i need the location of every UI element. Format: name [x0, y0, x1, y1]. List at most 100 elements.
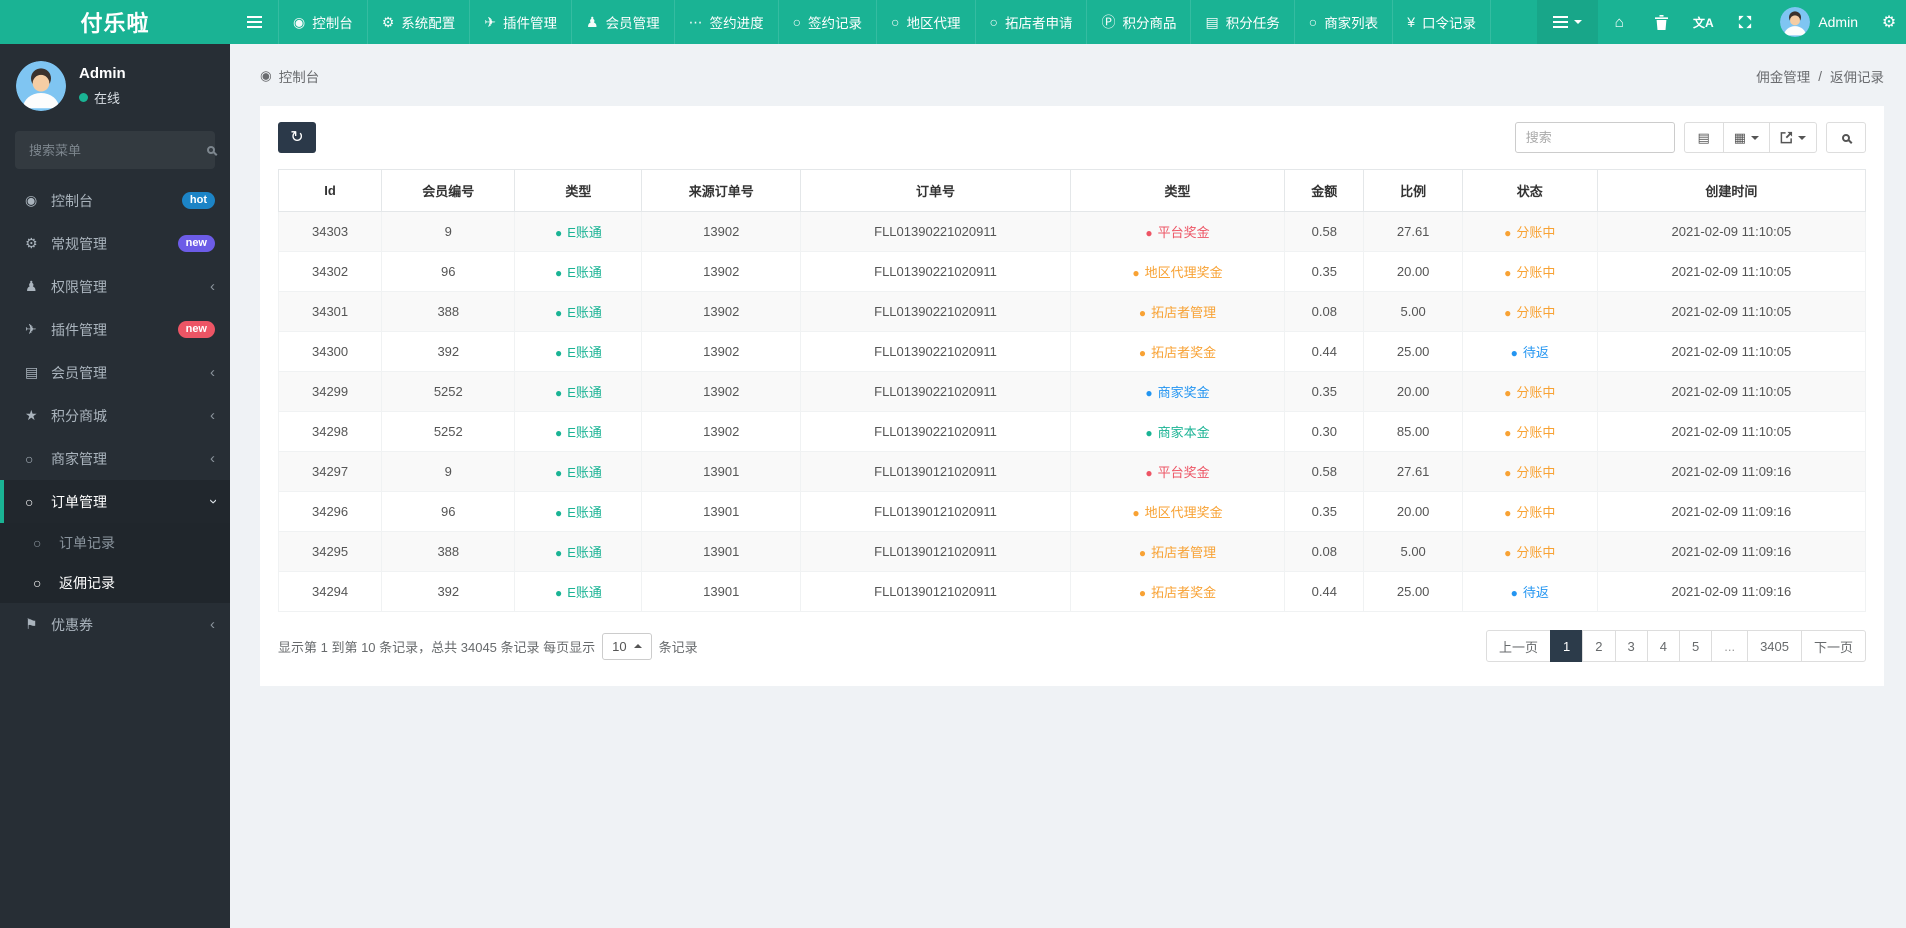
detail-view-button[interactable]: ▤ — [1683, 122, 1724, 153]
sidebar-item-7[interactable]: ○ 商家管理 ‹ — [0, 437, 230, 480]
nav-list-dropdown-button[interactable] — [1537, 0, 1599, 44]
columns-button[interactable]: ▦ — [1722, 122, 1770, 153]
list-icon — [1553, 21, 1569, 23]
cell-member: 388 — [381, 531, 516, 572]
page-button-3[interactable]: 3 — [1614, 630, 1648, 662]
topnav-item-label: 系统配置 — [401, 16, 456, 31]
topnav-item-2[interactable]: ⚙ 系统配置 — [366, 0, 470, 44]
circle-icon: ○ — [1308, 14, 1318, 30]
cell-type2: ● 地区代理奖金 — [1069, 251, 1286, 292]
sidebar-toggle[interactable] — [230, 0, 278, 44]
table-row[interactable]: 34303 9 ● E账通 13902 FLL01390221020911 ● 平台奖金 0.5… — [277, 211, 1867, 252]
fullscreen-button[interactable] — [1724, 0, 1766, 44]
cell-member: 5252 — [381, 371, 516, 412]
cell-status: ● 分账中 — [1461, 211, 1598, 252]
sidebar-item-4[interactable]: ✈ 插件管理 new — [0, 308, 230, 351]
topnav-item-3[interactable]: ✈ 插件管理 — [469, 0, 571, 44]
topnav-item-label: 商家列表 — [1324, 16, 1379, 31]
product-icon: Ⓟ — [1101, 14, 1116, 30]
table-row[interactable]: 34300 392 ● E账通 13902 FLL01390221020911 ● 拓店者奖金… — [277, 331, 1867, 372]
page-button-5[interactable]: 5 — [1678, 630, 1713, 662]
sidebar-item-9[interactable]: ⚑ 优惠券 ‹ — [0, 603, 230, 646]
page-size-select[interactable]: 10 — [602, 632, 652, 660]
sidebar-submenu: ○ 订单记录 ○ 返佣记录 — [0, 523, 230, 603]
sidebar-subitem-2[interactable]: ○ 返佣记录 — [0, 563, 230, 603]
status-dot-icon: ● — [554, 546, 563, 560]
table-row[interactable]: 34296 96 ● E账通 13901 FLL01390121020911 ● 地区代理奖金… — [277, 491, 1867, 532]
table-row[interactable]: 34295 388 ● E账通 13901 FLL01390121020911 ● 拓店者管理… — [277, 531, 1867, 572]
admin-name: Admin — [1818, 14, 1858, 30]
pagination-summary: 显示第 1 到第 10 条记录，总共 34045 条记录 每页显示 10 条记录 — [278, 632, 698, 660]
page-button-1[interactable]: 1 — [1550, 630, 1584, 662]
topnav-item-4[interactable]: ♟ 会员管理 — [571, 0, 674, 44]
table-row[interactable]: 34299 5252 ● E账通 13902 FLL01390221020911 ● 商家奖金… — [277, 371, 1867, 412]
sidebar-item-5[interactable]: ▤ 会员管理 ‹ — [0, 351, 230, 394]
sidebar-item-1[interactable]: ◉ 控制台 hot — [0, 179, 230, 222]
search-button[interactable] — [1826, 122, 1866, 153]
topnav-item-12[interactable]: ¥ 口令记录 — [1392, 0, 1491, 44]
status-dot-icon: ● — [1138, 346, 1147, 360]
export-button[interactable] — [1769, 122, 1817, 153]
sidebar-item-8[interactable]: ○ 订单管理 ‹ — [0, 480, 230, 523]
page-button-4[interactable]: 4 — [1646, 630, 1680, 662]
cell-amount: 0.44 — [1284, 571, 1365, 612]
sidebar-item-6[interactable]: ★ 积分商城 ‹ — [0, 394, 230, 437]
table-row[interactable]: 34297 9 ● E账通 13901 FLL01390121020911 ● 平台奖金 0.5… — [277, 451, 1867, 492]
table-search-input[interactable] — [1514, 122, 1675, 153]
cell-amount: 0.58 — [1284, 451, 1365, 492]
sidebar-subitem-1[interactable]: ○ 订单记录 — [0, 523, 230, 563]
cell-type: ● E账通 — [514, 531, 643, 572]
language-button[interactable]: 文A — [1682, 0, 1724, 44]
sidebar-item-label: 插件管理 — [51, 321, 107, 338]
cell-amount: 0.44 — [1284, 331, 1365, 372]
topnav-item-9[interactable]: Ⓟ 积分商品 — [1086, 0, 1190, 44]
sidebar-item-label: 订单管理 — [51, 493, 107, 510]
settings-button[interactable]: ⚙ — [1872, 0, 1906, 44]
topnav-item-8[interactable]: ○ 拓店者申请 — [974, 0, 1087, 44]
home-button[interactable]: ⌂ — [1598, 0, 1640, 44]
plane-icon: ✈ — [484, 13, 497, 30]
sidebar-item-2[interactable]: ⚙ 常规管理 new — [0, 222, 230, 265]
clear-cache-button[interactable] — [1640, 0, 1682, 44]
circle-icon: ○ — [33, 535, 42, 551]
sidebar-user-name: Admin — [79, 65, 126, 82]
cell-id: 34294 — [277, 571, 383, 612]
cell-member: 5252 — [381, 411, 516, 452]
topnav-item-5[interactable]: ⋯ 签约进度 — [673, 0, 778, 44]
admin-dropdown[interactable]: Admin — [1766, 7, 1872, 37]
status-dot-icon: ● — [1145, 386, 1153, 400]
topnav-item-7[interactable]: ○ 地区代理 — [876, 0, 974, 44]
page-button-2[interactable]: 2 — [1582, 630, 1616, 662]
breadcrumb-current: 控制台 — [278, 70, 320, 85]
column-header: 订单号 — [800, 169, 1071, 212]
breadcrumb-parent[interactable]: 佣金管理 — [1756, 66, 1810, 86]
sidebar-search-input[interactable] — [27, 141, 207, 159]
export-icon — [1780, 131, 1793, 144]
sidebar-item-3[interactable]: ♟ 权限管理 ‹ — [0, 265, 230, 308]
topnav-item-label: 控制台 — [312, 16, 353, 31]
summary-text: 显示第 1 到第 10 条记录，总共 34045 条记录 每页显示 — [278, 639, 596, 655]
next-page-button[interactable]: 下一页 — [1800, 630, 1866, 662]
table-row[interactable]: 34302 96 ● E账通 13902 FLL01390221020911 ● 地区代理奖金… — [277, 251, 1867, 292]
chevron-down-icon — [1751, 135, 1759, 140]
hamburger-icon — [246, 21, 262, 23]
cell-status: ● 分账中 — [1461, 451, 1598, 492]
cell-source: 13902 — [641, 411, 802, 452]
table-row[interactable]: 34298 5252 ● E账通 13902 FLL01390221020911 ● 商家本金… — [277, 411, 1867, 452]
cell-type: ● E账通 — [514, 411, 643, 452]
cell-status: ● 分账中 — [1461, 491, 1598, 532]
cell-created: 2021-02-09 11:10:05 — [1596, 291, 1867, 332]
topnav-item-6[interactable]: ○ 签约记录 — [777, 0, 876, 44]
table-row[interactable]: 34301 388 ● E账通 13902 FLL01390221020911 ● 拓店者管理… — [277, 291, 1867, 332]
table-row[interactable]: 34294 392 ● E账通 13901 FLL01390121020911 ● 拓店者奖金… — [277, 571, 1867, 612]
refresh-button[interactable]: ↻ — [278, 122, 316, 153]
topnav-item-1[interactable]: ◉ 控制台 — [278, 0, 367, 44]
cell-type2: ● 地区代理奖金 — [1069, 491, 1286, 532]
topnav-item-11[interactable]: ○ 商家列表 — [1293, 0, 1392, 44]
cell-status: ● 分账中 — [1461, 251, 1598, 292]
cell-order: FLL01390121020911 — [800, 571, 1071, 612]
prev-page-button[interactable]: 上一页 — [1486, 630, 1552, 662]
topnav-item-10[interactable]: ▤ 积分任务 — [1190, 0, 1293, 44]
status-dot-icon: ● — [1145, 466, 1153, 480]
page-button-3405[interactable]: 3405 — [1747, 630, 1802, 662]
